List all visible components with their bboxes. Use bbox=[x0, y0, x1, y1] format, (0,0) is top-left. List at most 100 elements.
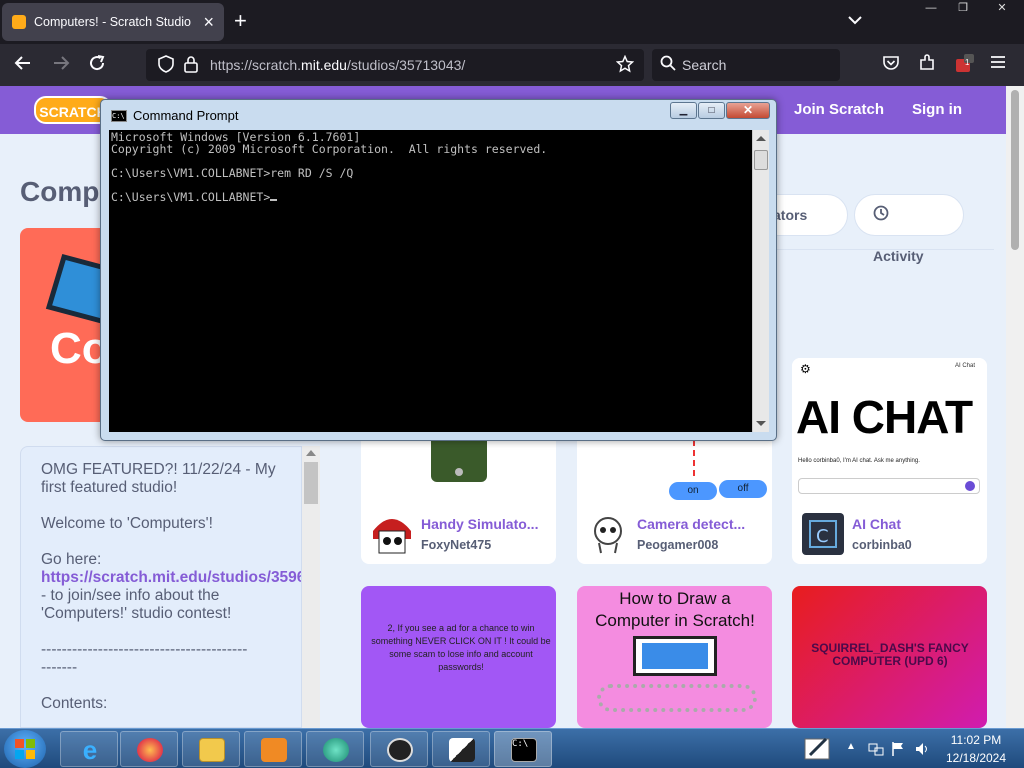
keyboard-icon bbox=[597, 684, 757, 712]
project-card[interactable]: 2, If you see a ad for a chance to win s… bbox=[361, 586, 556, 728]
browser-tab-bar: Computers! - Scratch Studio × + — ❐ ✕ bbox=[0, 0, 1024, 44]
avatar[interactable] bbox=[371, 513, 413, 555]
project-card[interactable]: ⚙ AI Chat AI CHAT Hello corbinba0, I'm A… bbox=[792, 358, 987, 564]
chevron-down-icon[interactable] bbox=[848, 12, 862, 30]
url-prefix: https://scratch. bbox=[210, 57, 302, 73]
show-hidden-icons[interactable]: ▲ bbox=[846, 741, 856, 752]
description-divider-2: ------- bbox=[41, 659, 78, 676]
cmd-scrollbar-thumb[interactable] bbox=[754, 150, 768, 170]
command-prompt-window[interactable]: C:\ Command Prompt ▁ □ ✕ Microsoft Windo… bbox=[100, 99, 777, 441]
extensions-icon[interactable] bbox=[918, 54, 936, 76]
studio-title: Comp bbox=[20, 176, 100, 207]
description-welcome: Welcome to 'Computers'! bbox=[41, 515, 213, 532]
scroll-up-arrow-icon[interactable] bbox=[756, 136, 766, 141]
network-icon[interactable] bbox=[868, 741, 884, 762]
toggle-off: off bbox=[719, 480, 767, 498]
project-thumbnail[interactable]: SQUIRREL_DASH'S FANCY COMPUTER (UPD 6) bbox=[792, 586, 987, 728]
search-icon bbox=[660, 55, 676, 75]
project-card[interactable]: How to Draw a Computer in Scratch! bbox=[577, 586, 772, 728]
scroll-down-arrow-icon[interactable] bbox=[756, 421, 766, 426]
project-author[interactable]: FoxyNet475 bbox=[421, 538, 491, 552]
cmd-vertical-scrollbar[interactable] bbox=[752, 130, 769, 432]
description-scrollbar-thumb[interactable] bbox=[304, 462, 318, 504]
project-card[interactable]: on off Camera detect... Peogamer008 bbox=[577, 420, 772, 564]
reload-icon[interactable] bbox=[88, 54, 106, 76]
sign-in-link[interactable]: Sign in bbox=[912, 101, 962, 118]
project-info: Handy Simulato... FoxyNet475 bbox=[361, 502, 556, 564]
thumb-warning-text: 2, If you see a ad for a chance to win s… bbox=[371, 623, 551, 672]
window-app-icon bbox=[449, 738, 475, 762]
url-text[interactable]: https://scratch.mit.edu/studios/35713043… bbox=[210, 57, 465, 73]
avatar[interactable] bbox=[587, 513, 629, 555]
browser-tab[interactable]: Computers! - Scratch Studio × bbox=[2, 3, 224, 41]
star-bookmark-icon[interactable] bbox=[615, 54, 635, 77]
url-path: /studios/35713043/ bbox=[346, 57, 466, 73]
join-scratch-link[interactable]: Join Scratch bbox=[794, 101, 884, 118]
cmd-window-controls: ▁ □ ✕ bbox=[669, 102, 770, 119]
avatar[interactable]: C bbox=[802, 513, 844, 555]
scratch-favicon-icon bbox=[12, 15, 26, 29]
project-title[interactable]: AI Chat bbox=[852, 516, 980, 532]
taskbar-firefox[interactable] bbox=[120, 731, 178, 767]
cmd-close-button[interactable]: ✕ bbox=[726, 102, 770, 119]
address-bar[interactable]: https://scratch.mit.edu/studios/35713043… bbox=[146, 49, 644, 81]
shield-icon[interactable] bbox=[158, 55, 174, 77]
cmd-minimize-button[interactable]: ▁ bbox=[670, 102, 697, 119]
thumb-how-to-draw: How to Draw a Computer in Scratch! bbox=[595, 589, 755, 630]
search-bar[interactable]: Search bbox=[652, 49, 840, 81]
menu-icon[interactable] bbox=[990, 54, 1006, 74]
cmd-title-bar[interactable]: C:\ Command Prompt ▁ □ ✕ bbox=[101, 100, 776, 130]
project-info: C AI Chat corbinba0 bbox=[792, 502, 987, 564]
pocket-icon[interactable] bbox=[882, 54, 900, 76]
cmd-console[interactable]: Microsoft Windows [Version 6.1.7601] Cop… bbox=[109, 130, 752, 432]
restore-icon[interactable]: ❐ bbox=[948, 0, 978, 16]
project-author[interactable]: Peogamer008 bbox=[637, 538, 718, 552]
project-title[interactable]: Handy Simulato... bbox=[421, 516, 549, 532]
page-scrollbar-thumb[interactable] bbox=[1011, 90, 1019, 250]
minimize-icon[interactable]: — bbox=[916, 0, 946, 16]
clock-time[interactable]: 11:02 PM bbox=[946, 733, 1006, 747]
thumb-ai-chat-title: AI CHAT bbox=[796, 391, 973, 443]
project-thumbnail[interactable]: ⚙ AI Chat AI CHAT Hello corbinba0, I'm A… bbox=[792, 358, 987, 502]
scroll-up-icon[interactable] bbox=[306, 450, 316, 456]
addon-icon[interactable]: 1 bbox=[954, 54, 974, 78]
cmd-maximize-button[interactable]: □ bbox=[698, 102, 725, 119]
forward-icon[interactable] bbox=[52, 54, 70, 76]
project-author[interactable]: corbinba0 bbox=[852, 538, 912, 552]
project-card[interactable]: Handy Simulato... FoxyNet475 bbox=[361, 420, 556, 564]
phone-icon bbox=[431, 434, 487, 482]
taskbar-app[interactable] bbox=[306, 731, 364, 767]
close-window-icon[interactable]: ✕ bbox=[980, 0, 1024, 16]
contest-studio-link[interactable]: https://scratch.mit.edu/studios/35962628… bbox=[41, 569, 301, 586]
cmd-line: C:\Users\VM1.COLLABNET>rem RD /S /Q bbox=[111, 166, 354, 180]
volume-icon[interactable] bbox=[914, 741, 930, 762]
lock-icon[interactable] bbox=[184, 55, 198, 77]
taskbar-media-player[interactable] bbox=[244, 731, 302, 767]
new-tab-icon[interactable]: + bbox=[234, 10, 247, 32]
tab-activity[interactable]: Activity bbox=[854, 194, 964, 264]
cmd-app-icon[interactable]: C:\ bbox=[111, 110, 127, 122]
taskbar-command-prompt[interactable]: C:\ bbox=[494, 731, 552, 767]
cmd-taskbar-icon: C:\ bbox=[511, 738, 537, 762]
description-go-here: Go here: bbox=[41, 551, 102, 568]
studio-description[interactable]: OMG FEATURED?! 11/22/24 - My first featu… bbox=[20, 446, 302, 728]
project-thumbnail[interactable]: 2, If you see a ad for a chance to win s… bbox=[361, 586, 556, 728]
project-title[interactable]: Camera detect... bbox=[637, 516, 765, 532]
back-icon[interactable] bbox=[14, 54, 32, 76]
cmd-cursor bbox=[270, 199, 278, 201]
description-scrollbar[interactable] bbox=[302, 446, 320, 728]
taskbar-explorer[interactable] bbox=[182, 731, 240, 767]
taskbar-obs[interactable] bbox=[370, 731, 428, 767]
taskbar-internet-explorer[interactable]: e bbox=[60, 731, 118, 767]
project-thumbnail[interactable]: How to Draw a Computer in Scratch! bbox=[577, 586, 772, 728]
taskbar-app-2[interactable] bbox=[432, 731, 490, 767]
page-scrollbar[interactable] bbox=[1006, 86, 1024, 728]
cmd-window-title: Command Prompt bbox=[133, 108, 239, 123]
start-button[interactable] bbox=[4, 730, 46, 768]
clock-date[interactable]: 12/18/2024 bbox=[940, 751, 1012, 765]
flag-icon[interactable] bbox=[890, 741, 906, 762]
close-tab-icon[interactable]: × bbox=[203, 13, 214, 31]
pen-input-icon[interactable] bbox=[804, 735, 832, 766]
project-card[interactable]: SQUIRREL_DASH'S FANCY COMPUTER (UPD 6) bbox=[792, 586, 987, 728]
project-info: Camera detect... Peogamer008 bbox=[577, 502, 772, 564]
